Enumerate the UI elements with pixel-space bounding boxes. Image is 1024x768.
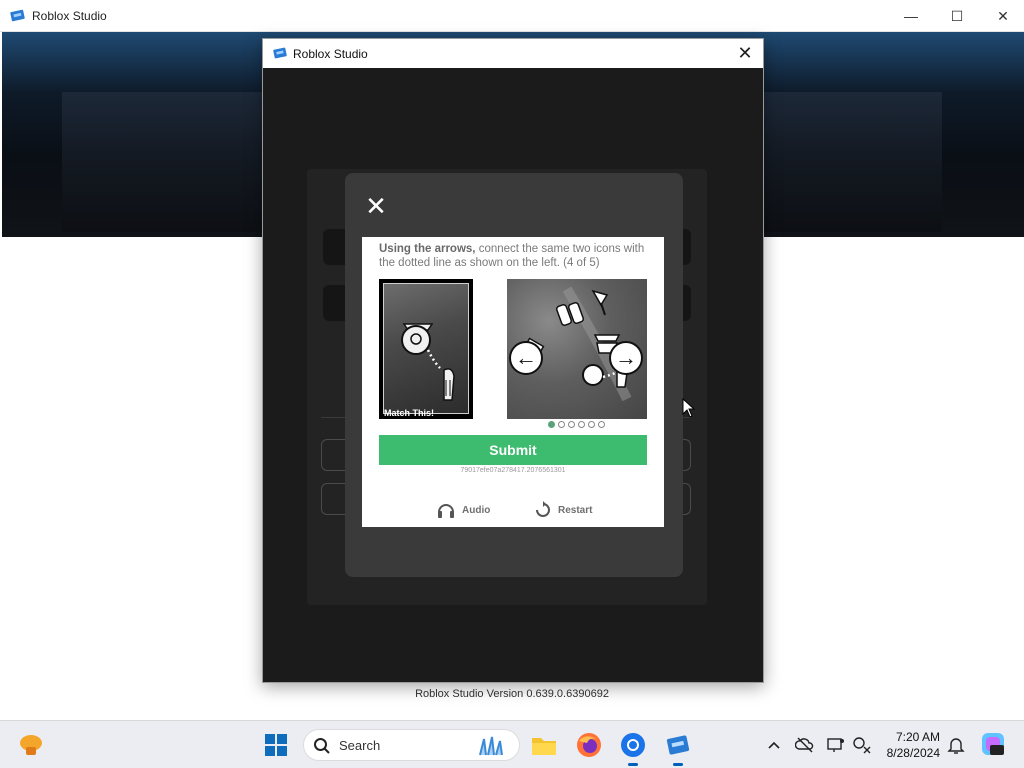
active-app-indicator xyxy=(673,763,683,766)
match-this-label: Match This! xyxy=(384,408,435,418)
arrow-right-icon: → xyxy=(615,345,637,370)
chevron-up-icon[interactable] xyxy=(764,735,784,755)
headphones-icon xyxy=(438,504,454,518)
windows-start-icon[interactable] xyxy=(264,733,288,757)
reference-image: Match This! xyxy=(379,279,473,419)
arrow-right-button[interactable]: → xyxy=(609,341,643,375)
captcha-card: Using the arrows, connect the same two i… xyxy=(362,237,664,527)
outer-titlebar: Roblox Studio — ☐ ✕ xyxy=(0,0,1024,32)
instruction-bold: Using the arrows, xyxy=(379,243,476,255)
network-disconnected-icon[interactable] xyxy=(852,735,872,755)
clock[interactable]: 7:20 AM 8/28/2024 xyxy=(880,729,940,761)
search-icon xyxy=(314,738,330,754)
notification-bell-icon[interactable] xyxy=(946,735,966,755)
close-window-button[interactable]: ✕ xyxy=(980,0,1024,32)
version-label: Roblox Studio Version 0.639.0.6390692 xyxy=(415,688,609,700)
mouse-pointer-icon xyxy=(682,398,696,418)
file-explorer-icon[interactable] xyxy=(530,731,558,759)
chrome-icon[interactable] xyxy=(619,731,647,766)
search-placeholder: Search xyxy=(339,738,381,753)
progress-dots xyxy=(548,421,605,431)
firefox-icon[interactable] xyxy=(575,731,603,759)
progress-dot xyxy=(578,421,585,428)
reference-image-frame xyxy=(383,283,469,414)
restart-icon xyxy=(536,501,550,517)
reference-scale-and-glove-icon xyxy=(401,323,455,401)
window-title: Roblox Studio xyxy=(32,9,107,23)
onedrive-offline-icon[interactable] xyxy=(794,735,815,755)
maximize-button[interactable]: ☐ xyxy=(934,0,980,32)
dialog-title: Roblox Studio xyxy=(293,47,368,61)
audio-button[interactable]: Audio xyxy=(436,499,490,521)
login-dialog: Roblox Studio ✕ ✕ Using the arrows, conn… xyxy=(262,38,764,683)
arrow-left-icon: ← xyxy=(515,345,537,370)
session-id: 79017efe07a278417.2076561301 xyxy=(460,467,566,474)
taskbar: Search 7:20 AM 8/28/2024 xyxy=(0,720,1024,768)
dialog-titlebar: Roblox Studio ✕ xyxy=(263,39,763,68)
captcha-close-button[interactable]: ✕ xyxy=(363,193,389,219)
progress-dot xyxy=(548,421,555,428)
weather-widget-icon[interactable] xyxy=(18,733,44,757)
copilot-icon[interactable] xyxy=(980,731,1006,757)
display-icon[interactable] xyxy=(826,735,846,755)
clock-date: 8/28/2024 xyxy=(886,746,940,760)
audio-label: Audio xyxy=(462,504,491,516)
arrow-left-button[interactable]: ← xyxy=(509,341,543,375)
restart-button[interactable]: Restart xyxy=(534,499,592,521)
taskbar-search[interactable]: Search xyxy=(303,729,520,761)
dialog-close-button[interactable]: ✕ xyxy=(733,41,757,65)
captcha-instructions: Using the arrows, connect the same two i… xyxy=(379,242,649,270)
submit-button[interactable]: Submit xyxy=(379,435,647,465)
progress-dot xyxy=(598,421,605,428)
progress-dot xyxy=(588,421,595,428)
roblox-studio-taskbar-icon[interactable] xyxy=(664,731,692,766)
minimize-button[interactable]: — xyxy=(888,0,934,32)
captcha-modal: ✕ Using the arrows, connect the same two… xyxy=(345,173,683,577)
roblox-studio-logo-icon xyxy=(273,47,287,59)
restart-label: Restart xyxy=(558,504,593,516)
roblox-studio-logo-icon xyxy=(10,9,25,22)
search-highlight-icon xyxy=(479,736,503,756)
clock-time: 7:20 AM xyxy=(895,730,940,744)
active-app-indicator xyxy=(628,763,638,766)
progress-dot xyxy=(568,421,575,428)
progress-dot xyxy=(558,421,565,428)
